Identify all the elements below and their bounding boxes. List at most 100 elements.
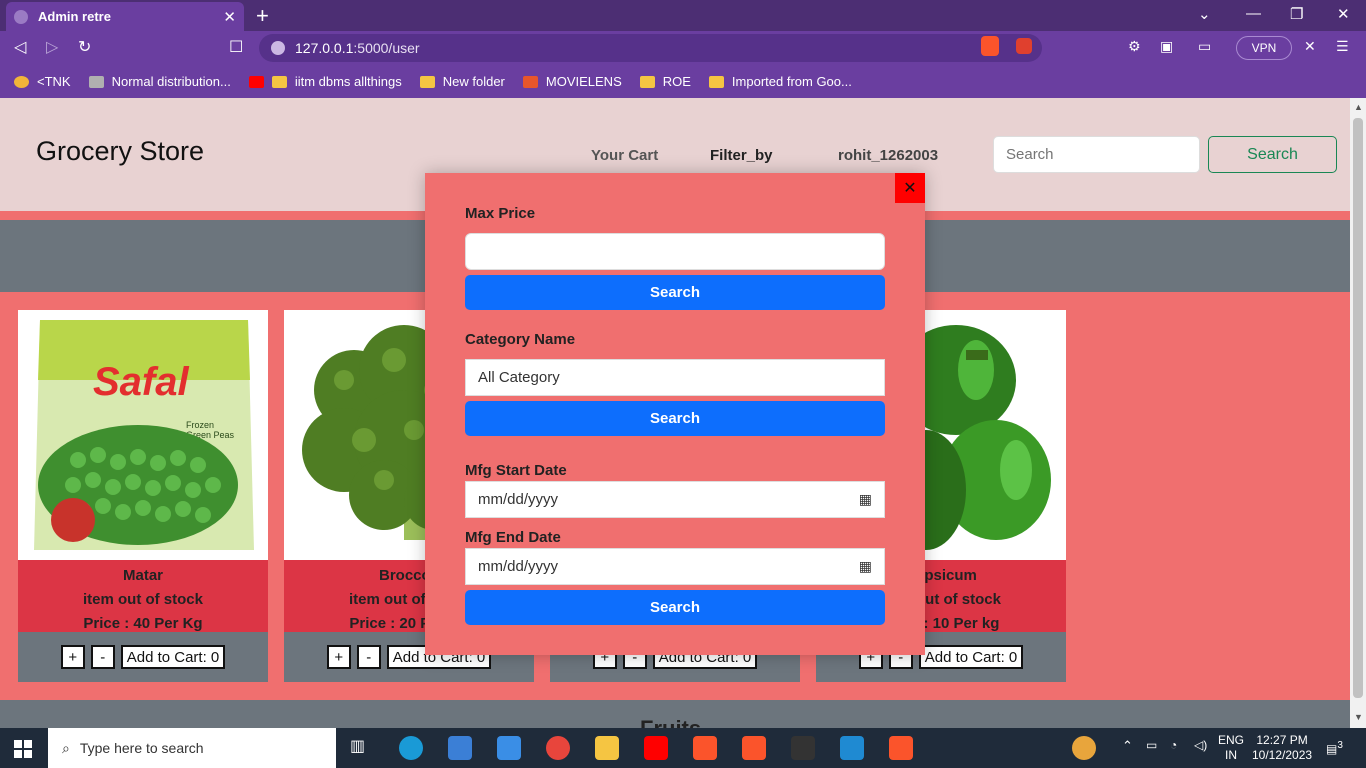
task-view-icon[interactable]: ▥ — [350, 736, 374, 760]
browser-tab[interactable]: Admin retre ✕ — [6, 2, 244, 31]
vpn-button[interactable]: VPN — [1236, 36, 1292, 60]
close-modal-button[interactable]: ✕ — [895, 173, 925, 203]
bookmark-item[interactable]: <TNK — [14, 74, 71, 89]
store-icon[interactable] — [448, 736, 472, 760]
address-bar[interactable]: 127.0.0.1 :5000/user — [259, 34, 1042, 62]
bookmark-item[interactable]: New folder — [419, 74, 505, 89]
bookmark-item[interactable]: iitm dbms allthings — [248, 74, 402, 89]
bookmark-item[interactable]: ROE — [639, 74, 691, 89]
site-info-icon[interactable] — [271, 41, 285, 55]
mfg-end-date-input[interactable]: mm/dd/yyyy ▦ — [465, 548, 885, 585]
section-band: Fruits — [0, 700, 1350, 728]
scrollbar-thumb[interactable] — [1353, 118, 1363, 698]
folder-icon — [271, 75, 287, 88]
mfg-end-label: Mfg End Date — [465, 529, 561, 546]
weather-icon[interactable] — [1072, 736, 1096, 760]
section-header: Fruits — [640, 716, 701, 728]
bookmark-favicon-icon — [14, 75, 29, 88]
volume-icon[interactable]: ◁) — [1194, 738, 1207, 753]
bookmark-item[interactable]: Normal distribution... — [88, 74, 231, 89]
bookmark-item[interactable]: Imported from Goo... — [708, 74, 852, 89]
reload-icon[interactable]: ↻ — [78, 37, 91, 57]
nav-link-filter[interactable]: Filter_by — [710, 147, 773, 164]
terminal-icon[interactable] — [791, 736, 815, 760]
network-icon[interactable]: ◔ — [1170, 738, 1177, 753]
mfg-start-date-input[interactable]: mm/dd/yyyy ▦ — [465, 481, 885, 518]
chrome-icon[interactable] — [546, 736, 570, 760]
youtube-icon[interactable] — [644, 736, 668, 760]
brave-icon[interactable] — [693, 736, 717, 760]
add-to-cart-button[interactable]: Add to Cart: 0 — [918, 645, 1024, 669]
taskbar-search[interactable]: ⌕ Type here to search — [48, 728, 336, 768]
leo-icon[interactable]: ✕ — [1304, 38, 1316, 55]
tab-favicon-icon — [14, 9, 28, 24]
product-actions: + - Add to Cart: 0 — [18, 632, 268, 682]
date-search-button[interactable]: Search — [465, 590, 885, 625]
page-scrollbar[interactable]: ▲ ▼ — [1350, 98, 1366, 728]
file-explorer-icon[interactable] — [595, 736, 619, 760]
increment-button[interactable]: + — [60, 645, 85, 669]
category-label: Category Name — [465, 331, 576, 348]
filter-modal: ✕ Max Price Search Category Name All Cat… — [425, 173, 925, 655]
scroll-down-icon[interactable]: ▼ — [1354, 712, 1363, 722]
svg-text:Frozen: Frozen — [186, 420, 214, 430]
product-status: item out of stock — [82, 591, 203, 608]
category-search-button[interactable]: Search — [465, 401, 885, 436]
windows-start-icon[interactable] — [14, 740, 32, 758]
mail-icon[interactable] — [497, 736, 521, 760]
date-placeholder: mm/dd/yyyy — [478, 558, 559, 575]
add-to-cart-button[interactable]: Add to Cart: 0 — [120, 645, 226, 669]
close-tab-icon[interactable]: ✕ — [223, 8, 236, 26]
folder-icon — [708, 75, 724, 88]
product-info: Matar item out of stock Price : 40 Per K… — [18, 560, 268, 632]
decrement-button[interactable]: - — [356, 645, 381, 669]
bookmark-item[interactable]: MOVIELENS — [522, 74, 622, 89]
menu-icon[interactable]: ☰ — [1336, 38, 1349, 55]
vscode-icon[interactable] — [840, 736, 864, 760]
bookmark-favicon-icon — [88, 75, 104, 88]
calendar-icon[interactable]: ▦ — [859, 491, 872, 508]
increment-button[interactable]: + — [326, 645, 351, 669]
nav-link-user[interactable]: rohit_1262003 — [838, 147, 938, 164]
search-input[interactable] — [993, 136, 1200, 173]
product-card: Safal Frozen Green Peas Matar item out o… — [18, 310, 268, 682]
tray-chevron-icon[interactable]: ⌃ — [1122, 738, 1133, 753]
category-select[interactable]: All Category — [465, 359, 885, 396]
close-window-icon[interactable]: ✕ — [1337, 5, 1350, 23]
calendar-icon[interactable]: ▦ — [859, 558, 872, 575]
sidebar-icon[interactable]: ▣ — [1160, 38, 1173, 55]
clock[interactable]: 12:27 PM 10/12/2023 — [1252, 733, 1312, 763]
brave-profile-icon[interactable] — [742, 736, 766, 760]
brave-active-icon[interactable] — [889, 736, 913, 760]
windows-taskbar: ⌕ Type here to search ▥ ⌃ ▭ ◔ ◁) ENG IN … — [0, 728, 1366, 768]
language-indicator[interactable]: ENG IN — [1218, 733, 1244, 763]
back-icon[interactable]: ◁ — [14, 37, 26, 57]
tab-strip: Admin retre ✕ + ⌄ — ❐ ✕ — [0, 0, 1366, 31]
brand-title[interactable]: Grocery Store — [36, 136, 204, 167]
date-placeholder: mm/dd/yyyy — [478, 491, 559, 508]
edge-icon[interactable] — [399, 736, 423, 760]
search-icon: ⌕ — [62, 739, 70, 756]
tab-list-chevron-icon[interactable]: ⌄ — [1198, 5, 1211, 23]
mfg-start-label: Mfg Start Date — [465, 462, 567, 479]
url-path: :5000/user — [353, 40, 420, 56]
forward-icon[interactable]: ▷ — [46, 37, 58, 57]
product-image: Safal Frozen Green Peas — [18, 310, 268, 560]
brave-shields-icon[interactable] — [981, 36, 999, 56]
new-tab-icon[interactable]: + — [256, 3, 269, 29]
minimize-icon[interactable]: — — [1246, 5, 1261, 22]
notifications-icon[interactable]: ▤3 — [1326, 738, 1343, 757]
max-price-input[interactable] — [465, 233, 885, 270]
browser-toolbar: ◁ ▷ ↻ ☐ 127.0.0.1 :5000/user ⚙ ▣ ▭ VPN ✕… — [0, 31, 1366, 65]
nav-link-cart[interactable]: Your Cart — [591, 147, 658, 164]
scroll-up-icon[interactable]: ▲ — [1354, 102, 1363, 112]
extensions-icon[interactable]: ⚙ — [1128, 38, 1141, 55]
decrement-button[interactable]: - — [90, 645, 115, 669]
brave-rewards-icon[interactable] — [1016, 38, 1032, 54]
search-button[interactable]: Search — [1208, 136, 1337, 173]
bookmark-icon[interactable]: ☐ — [229, 37, 243, 57]
restore-icon[interactable]: ❐ — [1290, 5, 1303, 23]
wallet-icon[interactable]: ▭ — [1198, 38, 1211, 55]
battery-icon[interactable]: ▭ — [1146, 738, 1157, 753]
max-price-search-button[interactable]: Search — [465, 275, 885, 310]
